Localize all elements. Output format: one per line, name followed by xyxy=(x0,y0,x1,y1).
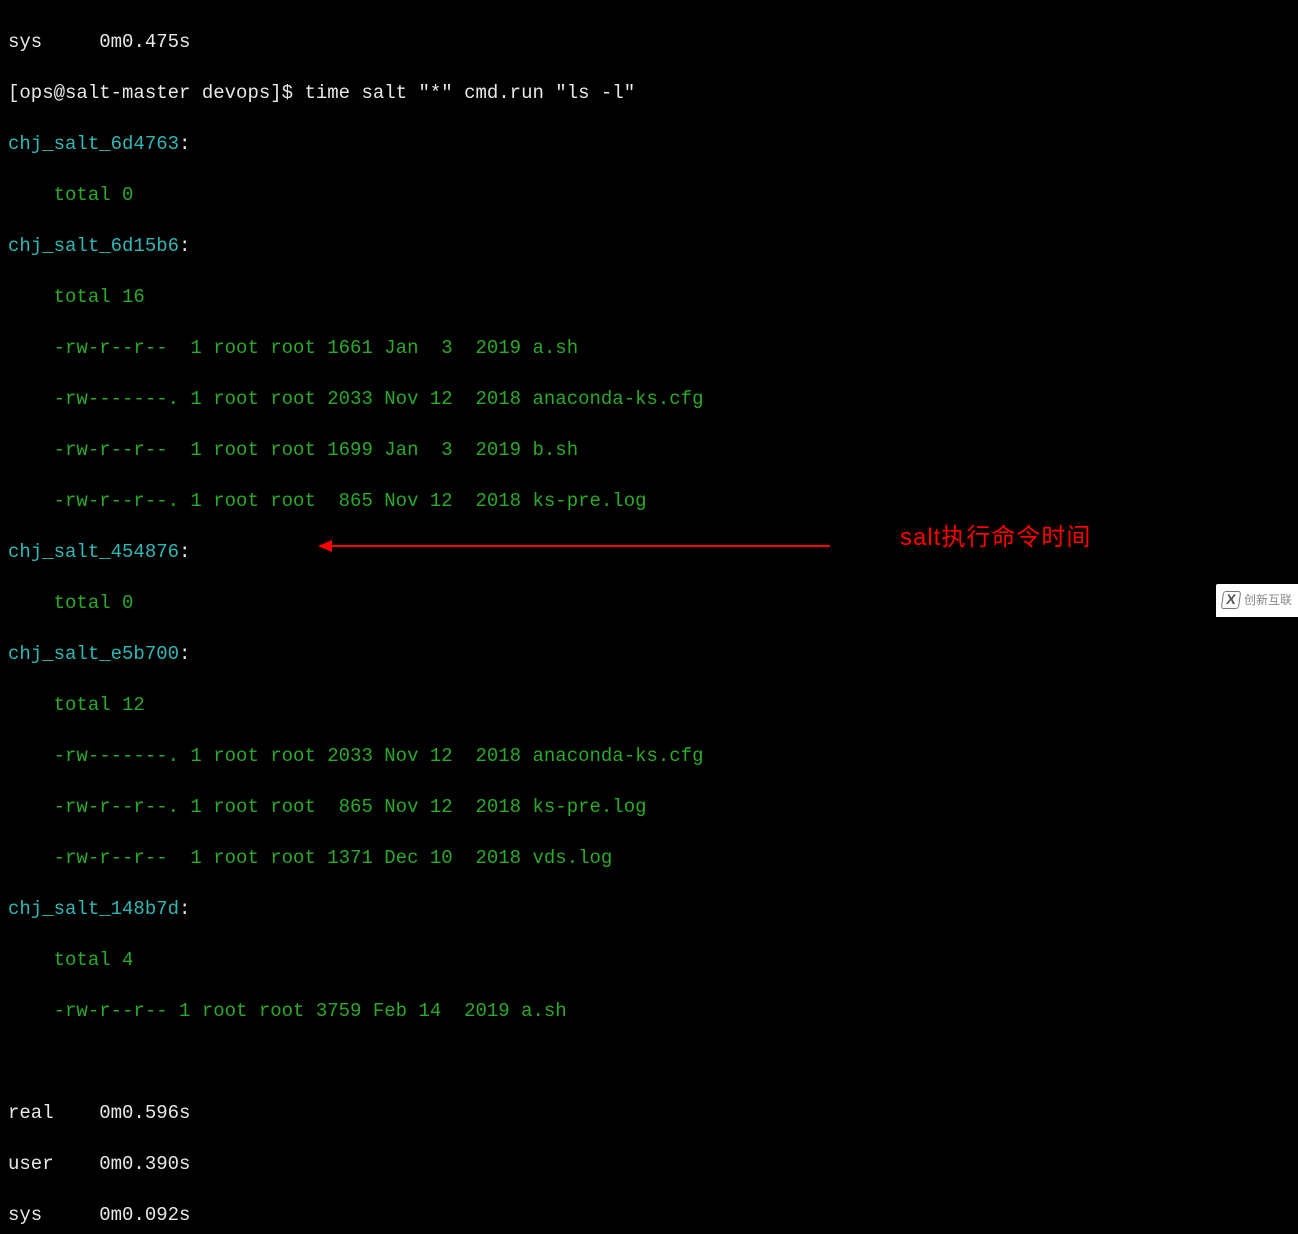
host-name: chj_salt_148b7d xyxy=(8,898,179,920)
file-line: -rw-r--r-- 1 root root 1661 Jan 3 2019 a… xyxy=(8,336,1290,362)
time-sys-line: sys 0m0.475s xyxy=(8,30,1290,56)
total-line: total 4 xyxy=(8,948,1290,974)
watermark-text: 创新互联 xyxy=(1244,588,1292,614)
host-block-3: chj_salt_e5b700: xyxy=(8,642,1290,668)
command-text: time salt "*" cmd.run "ls -l" xyxy=(304,82,635,104)
host-name: chj_salt_454876 xyxy=(8,541,179,563)
host-block-4: chj_salt_148b7d: xyxy=(8,897,1290,923)
total-line: total 12 xyxy=(8,693,1290,719)
host-name: chj_salt_6d4763 xyxy=(8,133,179,155)
watermark: X 创新互联 xyxy=(1216,584,1298,618)
terminal-output[interactable]: sys 0m0.475s [ops@salt-master devops]$ t… xyxy=(0,0,1298,1234)
file-line: -rw-------. 1 root root 2033 Nov 12 2018… xyxy=(8,387,1290,413)
annotation-arrow xyxy=(320,545,830,547)
total-line: total 0 xyxy=(8,183,1290,209)
watermark-logo-icon: X xyxy=(1221,591,1242,609)
shell-prompt: [ops@salt-master devops]$ xyxy=(8,82,304,104)
file-line: -rw-r--r-- 1 root root 1699 Jan 3 2019 b… xyxy=(8,438,1290,464)
time-user-line: user 0m0.390s xyxy=(8,1152,1290,1178)
file-line: -rw-r--r-- 1 root root 3759 Feb 14 2019 … xyxy=(8,999,1290,1025)
host-block-2: chj_salt_454876: xyxy=(8,540,1290,566)
annotation-label: salt执行命令时间 xyxy=(900,525,1091,551)
host-block-0: chj_salt_6d4763: xyxy=(8,132,1290,158)
total-line: total 0 xyxy=(8,591,1290,617)
command-line: [ops@salt-master devops]$ time salt "*" … xyxy=(8,81,1290,107)
time-real-line: real 0m0.596s xyxy=(8,1101,1290,1127)
file-line: -rw-r--r-- 1 root root 1371 Dec 10 2018 … xyxy=(8,846,1290,872)
file-line: -rw-------. 1 root root 2033 Nov 12 2018… xyxy=(8,744,1290,770)
total-line: total 16 xyxy=(8,285,1290,311)
host-name: chj_salt_6d15b6 xyxy=(8,235,179,257)
file-line: -rw-r--r--. 1 root root 865 Nov 12 2018 … xyxy=(8,489,1290,515)
time-sys-line: sys 0m0.092s xyxy=(8,1203,1290,1229)
file-line: -rw-r--r--. 1 root root 865 Nov 12 2018 … xyxy=(8,795,1290,821)
host-name: chj_salt_e5b700 xyxy=(8,643,179,665)
blank-line xyxy=(8,1050,1290,1076)
host-block-1: chj_salt_6d15b6: xyxy=(8,234,1290,260)
